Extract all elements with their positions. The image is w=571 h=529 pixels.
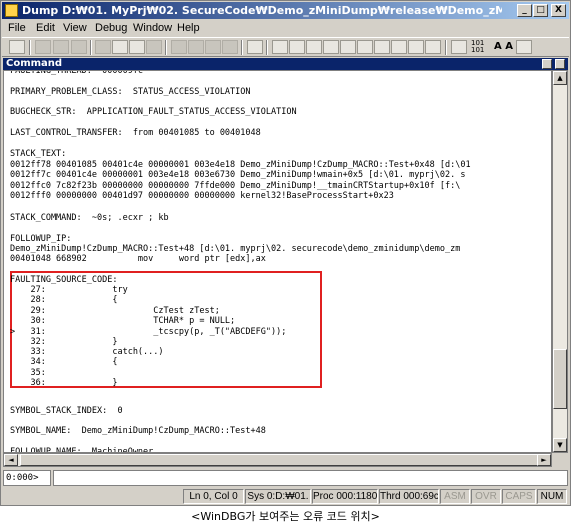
stop-debugging-icon[interactable]	[129, 40, 145, 54]
hex-mode-icon[interactable]	[451, 40, 467, 54]
minimize-button[interactable]: _	[517, 4, 532, 17]
output-line: FAULTING_SOURCE_CODE:	[10, 275, 118, 285]
output-line: 27: try	[10, 285, 128, 295]
toolbar: 101 101 A A	[2, 37, 569, 57]
output-line: 29: CzTest zTest;	[10, 306, 220, 316]
disassembly-window-icon[interactable]	[374, 40, 390, 54]
step-out-icon[interactable]	[205, 40, 221, 54]
menu-edit[interactable]: Edit	[36, 21, 55, 35]
output-line: > 31: _tcscpy(p, _T("ABCDEFG"));	[10, 327, 287, 337]
dump-app-icon	[5, 4, 18, 17]
options-icon[interactable]	[516, 40, 532, 54]
menu-help[interactable]: Help	[177, 21, 200, 35]
output-line: 35:	[10, 368, 46, 378]
scratch-pad-icon[interactable]	[391, 40, 407, 54]
scroll-up-icon[interactable]: ▲	[553, 71, 567, 85]
menu-bar: File Edit View Debug Window Help	[2, 19, 569, 37]
output-line: BUGCHECK_STR: APPLICATION_FAULT_STATUS_A…	[10, 107, 297, 117]
horizontal-scrollbar[interactable]: ◄ ►	[3, 453, 552, 467]
status-system: Sys 0:D:₩01.	[245, 489, 311, 504]
open-icon[interactable]	[9, 40, 25, 54]
toolbar-separator	[165, 40, 167, 55]
scroll-down-icon[interactable]: ▼	[553, 438, 567, 452]
copy-icon[interactable]	[53, 40, 69, 54]
cut-icon[interactable]	[35, 40, 51, 54]
toolbar-separator	[445, 40, 447, 55]
output-line: Demo_zMiniDump!CzDump_MACRO::Test+48 [d:…	[10, 244, 461, 254]
scroll-left-icon[interactable]: ◄	[4, 454, 18, 466]
close-button[interactable]: X	[551, 4, 566, 17]
status-thread: Thrd 000:69c	[379, 489, 439, 504]
output-line: 0012ff7c 00401c4e 00000001 003e4e18 003e…	[10, 170, 466, 180]
command-window-icon[interactable]	[272, 40, 288, 54]
font-label[interactable]: A A	[494, 40, 513, 54]
vertical-scrollbar[interactable]: ▲ ▼	[552, 70, 568, 453]
windbg-window: Dump D:₩01. MyPrj₩02. SecureCode₩Demo_zM…	[0, 0, 571, 506]
output-line: FAULTING_THREAD: 000009fc	[10, 70, 144, 76]
menu-file[interactable]: File	[8, 21, 26, 35]
horizontal-scroll-thumb[interactable]	[20, 454, 540, 466]
source-mode-icon[interactable]	[425, 40, 441, 54]
status-position: Ln 0, Col 0	[183, 489, 244, 504]
menu-view[interactable]: View	[63, 21, 87, 35]
output-line: 33: catch(...)	[10, 347, 164, 357]
pane-minimize-icon[interactable]	[542, 59, 552, 69]
restore-button[interactable]: □	[533, 4, 548, 17]
window-title: Dump D:₩01. MyPrj₩02. SecureCode₩Demo_zM…	[22, 4, 502, 17]
scroll-right-icon[interactable]: ►	[537, 454, 551, 466]
toolbar-separator	[29, 40, 31, 55]
registers-window-icon[interactable]	[323, 40, 339, 54]
output-line: STACK_COMMAND: ~0s; .ecxr ; kb	[10, 213, 169, 223]
output-line: STACK_TEXT:	[10, 149, 67, 159]
step-into-icon[interactable]	[171, 40, 187, 54]
vertical-scroll-thumb[interactable]	[553, 349, 567, 409]
toolbar-separator	[241, 40, 243, 55]
output-line: FOLLOWUP_IP:	[10, 234, 72, 244]
output-line: PRIMARY_PROBLEM_CLASS: STATUS_ACCESS_VIO…	[10, 87, 251, 97]
run-to-cursor-icon[interactable]	[222, 40, 238, 54]
output-line: SYMBOL_STACK_INDEX: 0	[10, 406, 123, 416]
output-line: LAST_CONTROL_TRANSFER: from 00401085 to …	[10, 128, 261, 138]
output-line: 00401048 668902 mov word ptr [edx],ax	[10, 254, 266, 264]
menu-debug[interactable]: Debug	[95, 21, 127, 35]
hand-icon[interactable]	[247, 40, 263, 54]
paste-icon[interactable]	[71, 40, 87, 54]
menu-window[interactable]: Window	[133, 21, 172, 35]
restart-icon[interactable]	[112, 40, 128, 54]
output-line: 28: {	[10, 295, 118, 305]
break-icon[interactable]	[146, 40, 162, 54]
status-asm: ASM	[440, 489, 470, 504]
status-bar: Ln 0, Col 0 Sys 0:D:₩01. Proc 000:1180 T…	[2, 488, 569, 505]
title-bar[interactable]: Dump D:₩01. MyPrj₩02. SecureCode₩Demo_zM…	[2, 2, 569, 19]
output-line: 0012fff0 00000000 00401d97 00000000 0000…	[10, 191, 394, 201]
command-pane-header: Command	[3, 58, 568, 70]
status-num: NUM	[537, 489, 567, 504]
hex-mode-label[interactable]: 101 101	[471, 40, 484, 54]
status-ovr: OVR	[471, 489, 501, 504]
output-line: SYMBOL_NAME: Demo_zMiniDump!CzDump_MACRO…	[10, 426, 266, 436]
command-output[interactable]: FAULTING_THREAD: 000009fc PRIMARY_PROBLEM…	[3, 70, 552, 453]
command-pane-title: Command	[6, 58, 63, 69]
toolbar-separator	[90, 40, 92, 55]
processes-threads-icon[interactable]	[408, 40, 424, 54]
call-stack-window-icon[interactable]	[357, 40, 373, 54]
go-icon[interactable]	[95, 40, 111, 54]
output-line: 0012ffc0 7c82f23b 00000000 00000000 7ffd…	[10, 181, 461, 191]
output-line: 32: }	[10, 337, 118, 347]
output-line: 36: }	[10, 378, 118, 388]
command-input[interactable]	[53, 470, 568, 486]
command-prompt: 0:000>	[3, 470, 51, 486]
output-line: 30: TCHAR* p = NULL;	[10, 316, 236, 326]
step-over-icon[interactable]	[188, 40, 204, 54]
output-line: 34: {	[10, 357, 118, 367]
locals-window-icon[interactable]	[306, 40, 322, 54]
memory-window-icon[interactable]	[340, 40, 356, 54]
toolbar-separator	[266, 40, 268, 55]
watch-window-icon[interactable]	[289, 40, 305, 54]
status-process: Proc 000:1180	[312, 489, 378, 504]
figure-caption: <WinDBG가 보여주는 오류 코드 위치>	[191, 510, 380, 523]
status-caps: CAPS	[502, 489, 536, 504]
output-line: 0012ff78 00401085 00401c4e 00000001 003e…	[10, 160, 471, 170]
pane-close-icon[interactable]	[555, 59, 565, 69]
